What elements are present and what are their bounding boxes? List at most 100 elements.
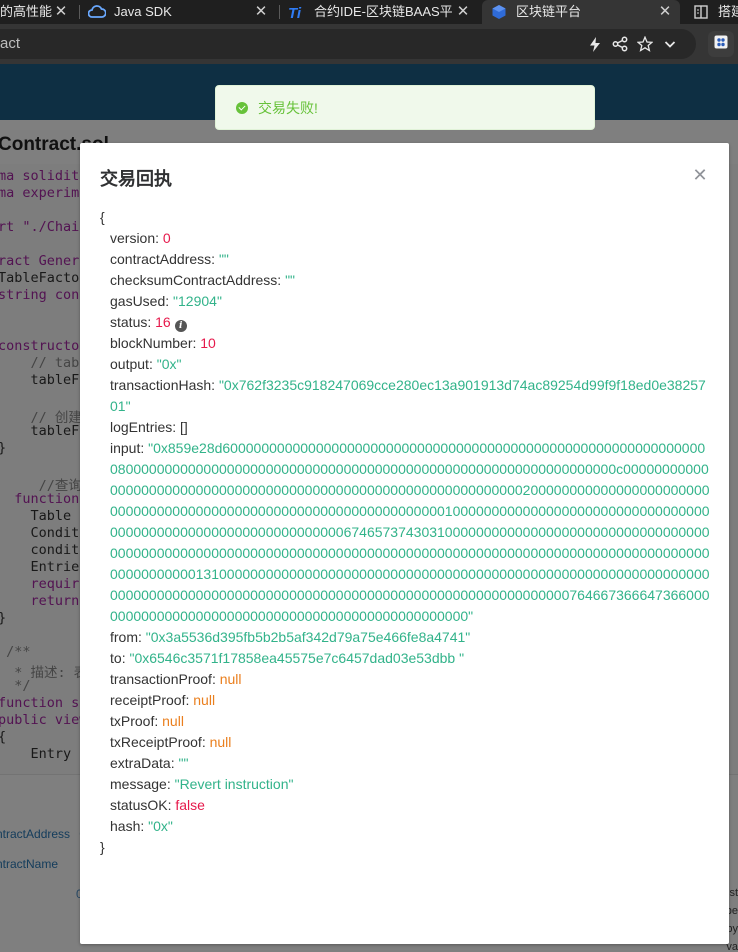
json-field-receiptProof: receiptProof: null: [100, 690, 710, 711]
json-key: extraData: [110, 755, 171, 771]
json-field-gasUsed: gasUsed: "12904": [100, 291, 710, 312]
json-field-contractAddress: contractAddress: "": [100, 249, 710, 270]
json-key: contractAddress: [110, 251, 212, 267]
json-field-hash: hash: "0x": [100, 816, 710, 837]
json-colon: :: [165, 293, 174, 309]
tab-title: 区块链平台: [516, 4, 582, 19]
puzzle-icon: [713, 34, 729, 55]
json-key: checksumContractAddress: [110, 272, 278, 288]
toast-message: 交易失败!: [258, 99, 318, 116]
json-field-message: message: "Revert instruction": [100, 774, 710, 795]
json-field-input: input: "0x859e28d60000000000000000000000…: [100, 438, 710, 627]
json-colon: :: [211, 251, 219, 267]
json-colon: :: [140, 818, 149, 834]
browser-toolbar: act: [0, 24, 738, 64]
json-field-transactionHash: transactionHash: "0x762f3235c918247069cc…: [100, 375, 710, 417]
json-key: to: [110, 650, 122, 666]
json-open-brace: {: [100, 209, 105, 225]
json-field-extraData: extraData: "": [100, 753, 710, 774]
json-value: 10: [200, 335, 216, 351]
close-icon[interactable]: ✕: [692, 166, 708, 184]
json-colon: :: [138, 629, 146, 645]
json-value: null: [209, 734, 232, 750]
json-field-from: from: "0x3a5536d395fb5b2b5af342d79a75e46…: [100, 627, 710, 648]
svg-text:Ti: Ti: [288, 5, 302, 20]
json-field-output: output: "0x": [100, 354, 710, 375]
json-key: message: [110, 776, 167, 792]
json-key: transactionHash: [110, 377, 212, 393]
json-field-checksumContractAddress: checksumContractAddress: "": [100, 270, 710, 291]
json-key: version: [110, 230, 156, 246]
json-field-status: status: 16 i: [100, 312, 710, 333]
json-key: receiptProof: [110, 692, 186, 708]
json-close-brace: }: [100, 839, 105, 855]
json-value: "0x6546c3571f17858ea45575e7c6457dad03e53…: [129, 650, 465, 666]
tab-title: 合约IDE-区块链BAAS平台: [314, 4, 454, 19]
json-value: "0x": [156, 356, 182, 372]
chevron-down-icon[interactable]: [662, 36, 678, 52]
info-icon[interactable]: i: [174, 320, 187, 332]
json-colon: :: [277, 272, 286, 288]
omnibox-actions: [587, 29, 678, 59]
json-key: transactionProof: [110, 671, 212, 687]
lightning-icon[interactable]: [587, 36, 603, 52]
json-colon: :: [155, 230, 163, 246]
json-key: hash: [110, 818, 141, 834]
dialog-title: 交易回执: [100, 169, 172, 189]
json-colon: :: [140, 440, 149, 456]
browser-tab-2[interactable]: Ti 合约IDE-区块链BAAS平台 ✕: [280, 0, 478, 24]
json-field-to: to: "0x6546c3571f17858ea45575e7c6457dad0…: [100, 648, 710, 669]
json-value: null: [219, 671, 242, 687]
browser-tab-3[interactable]: 区块链平台 ✕: [482, 0, 680, 24]
json-field-txReceiptProof: txReceiptProof: null: [100, 732, 710, 753]
cloud-icon: [88, 3, 106, 21]
browser-tab-4[interactable]: 搭建: [684, 0, 738, 24]
close-icon[interactable]: ✕: [656, 3, 674, 21]
json-colon: :: [211, 671, 220, 687]
book-icon: [692, 3, 710, 21]
json-key: from: [110, 629, 138, 645]
tab-title: 的高性能: [0, 4, 52, 19]
json-value: "0x3a5536d395fb5b2b5af342d79a75e466fe8a4…: [145, 629, 471, 645]
browser-tab-1[interactable]: Java SDK ✕: [80, 0, 276, 24]
json-value: "": [178, 755, 189, 771]
json-key: output: [110, 356, 149, 372]
json-colon: :: [201, 734, 210, 750]
error-toast: 交易失败!: [215, 85, 595, 130]
json-field-statusOK: statusOK: false: [100, 795, 710, 816]
json-field-txProof: txProof: null: [100, 711, 710, 732]
json-value: "": [285, 272, 296, 288]
json-value: "0x": [148, 818, 173, 834]
json-field-blockNumber: blockNumber: 10: [100, 333, 710, 354]
json-key: txReceiptProof: [110, 734, 202, 750]
share-icon[interactable]: [612, 36, 628, 52]
json-colon: :: [166, 776, 175, 792]
check-circle-icon: [236, 101, 248, 114]
json-colon: :: [211, 377, 219, 393]
receipt-json: { version: 0 contractAddress: "" checksumC…: [100, 207, 710, 858]
json-value: "": [218, 251, 229, 267]
browser-tab-strip: 的高性能 ✕ Java SDK ✕ Ti 合约IDE-区块链BAAS平台 ✕ 区…: [0, 0, 738, 24]
json-value: null: [162, 713, 184, 729]
close-icon[interactable]: ✕: [454, 3, 472, 21]
close-icon[interactable]: ✕: [52, 3, 70, 21]
json-colon: :: [154, 713, 163, 729]
json-value: false: [175, 797, 205, 813]
ti-logo-icon: Ti: [288, 3, 306, 21]
star-icon[interactable]: [637, 36, 653, 52]
extension-button[interactable]: [708, 31, 734, 57]
json-key: gasUsed: [110, 293, 166, 309]
json-value: null: [193, 692, 216, 708]
cube-icon: [490, 3, 508, 21]
json-value: 16: [155, 314, 171, 330]
json-key: logEntries: [110, 419, 173, 435]
address-text[interactable]: act: [0, 35, 20, 52]
close-icon[interactable]: ✕: [252, 3, 270, 21]
json-value: "Revert instruction": [174, 776, 294, 792]
browser-tab-0[interactable]: 的高性能 ✕: [0, 0, 76, 24]
json-key: input: [110, 440, 141, 456]
json-key: txProof: [110, 713, 155, 729]
tab-title: 搭建: [718, 4, 738, 19]
address-bar[interactable]: act: [0, 29, 696, 59]
json-field-logEntries: logEntries: []: [100, 417, 710, 438]
